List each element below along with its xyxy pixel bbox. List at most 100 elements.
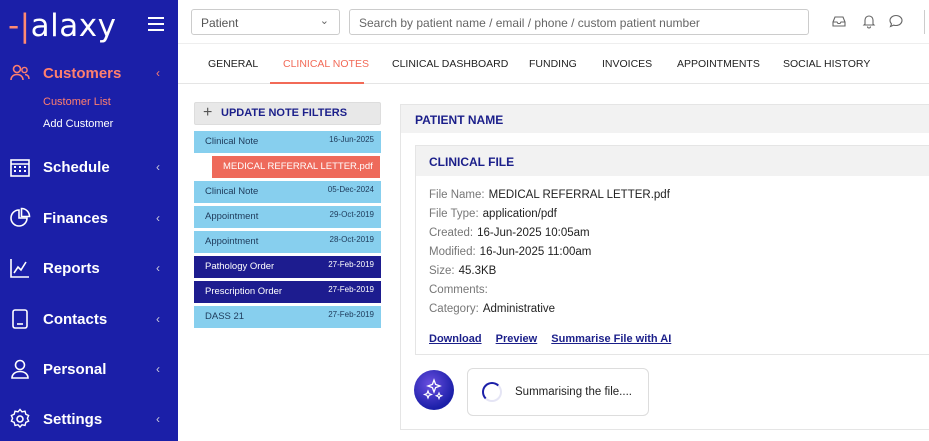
hamburger-menu-icon[interactable] [148,17,164,31]
subnav-customer-list[interactable]: Customer List [43,96,111,108]
sidebar-item-finances[interactable]: Finances ‹ [0,200,178,236]
note-item[interactable]: Pathology Order 27-Feb-2019 [194,256,381,278]
note-item[interactable]: Clinical Note 05-Dec-2024 [194,181,381,203]
sidebar-item-reports[interactable]: Reports ‹ [0,250,178,286]
comments-field: Comments: [429,284,492,296]
chevron-left-icon: ‹ [156,160,160,174]
note-label: Prescription Order [205,286,283,297]
active-tab-indicator [270,82,364,84]
search-type-select[interactable]: Patient ⌄ [191,9,340,35]
field-value: Administrative [482,303,556,315]
search-input[interactable]: Search by patient name / email / phone /… [349,9,809,35]
sidebar-item-contacts[interactable]: Contacts ‹ [0,301,178,337]
field-label: Created: [429,227,474,239]
field-value: 45.3KB [458,265,497,277]
tab-funding[interactable]: FUNDING [529,58,577,70]
note-item[interactable]: Appointment 28-Oct-2019 [194,231,381,253]
gear-icon [10,408,30,429]
calendar-icon [10,159,30,177]
loading-spinner-icon [482,382,502,402]
patient-name-heading: PATIENT NAME [401,105,929,133]
chevron-left-icon: ‹ [156,412,160,426]
brand-name: alaxy [30,8,117,44]
pie-chart-icon [10,207,31,227]
preview-link[interactable]: Preview [496,333,538,345]
note-label: Appointment [205,236,259,247]
field-label: Modified: [429,246,476,258]
sidebar-item-label: Personal [43,360,107,378]
tab-invoices[interactable]: INVOICES [602,58,652,70]
person-icon [11,359,29,379]
chat-bubble-icon[interactable] [888,13,904,29]
sidebar-item-label: Reports [43,259,100,277]
field-label: Category: [429,303,479,315]
top-bar: Patient ⌄ Search by patient name / email… [178,0,929,44]
sidebar: -|alaxy Customers ‹ Customer List Add Cu… [0,0,178,441]
search-type-value: Patient [201,16,239,30]
chevron-left-icon: ‹ [156,312,160,326]
size-field: Size: 45.3KB [429,265,496,277]
summarising-text: Summarising the file.... [515,386,632,398]
sidebar-item-customers[interactable]: Customers ‹ [0,55,178,91]
sidebar-item-label: Schedule [43,158,110,176]
sidebar-item-label: Contacts [43,310,108,328]
note-date: 28-Oct-2019 [329,235,374,244]
note-item[interactable]: DASS 21 27-Feb-2019 [194,306,381,328]
attachment-label: MEDICAL REFERRAL LETTER.pdf [223,161,373,172]
note-label: Appointment [205,211,259,222]
note-date: 27-Feb-2019 [328,285,374,294]
chevron-down-icon: ⌄ [319,15,329,27]
note-label: Clinical Note [205,186,259,197]
line-chart-icon [10,259,29,278]
toolbar-divider [924,10,925,34]
field-label: Comments: [429,284,488,296]
note-item[interactable]: Appointment 29-Oct-2019 [194,206,381,228]
file-type-field: File Type: application/pdf [429,208,557,220]
summarise-ai-link[interactable]: Summarise File with AI [551,333,671,345]
contact-card-icon [12,309,28,329]
field-value: MEDICAL REFERRAL LETTER.pdf [488,189,670,201]
note-item[interactable]: Prescription Order 27-Feb-2019 [194,281,381,303]
field-label: File Name: [429,189,485,201]
note-item[interactable]: Clinical Note 16-Jun-2025 [194,131,381,153]
note-date: 29-Oct-2019 [329,210,374,219]
tab-social-history[interactable]: SOCIAL HISTORY [783,58,870,70]
tab-clinical-notes[interactable]: CLINICAL NOTES [283,58,369,70]
ai-assistant-button[interactable] [414,370,454,410]
sidebar-item-settings[interactable]: Settings ‹ [0,401,178,437]
sidebar-item-schedule[interactable]: Schedule ‹ [0,149,178,185]
tab-general[interactable]: GENERAL [208,58,258,70]
chevron-left-icon: ‹ [156,362,160,376]
clinical-file-heading: CLINICAL FILE [416,146,929,176]
created-field: Created: 16-Jun-2025 10:05am [429,227,590,239]
field-value: application/pdf [482,208,557,220]
filter-button-label: UPDATE NOTE FILTERS [221,107,348,119]
note-attachment-item[interactable]: MEDICAL REFERRAL LETTER.pdf [212,156,380,178]
tab-appointments[interactable]: APPOINTMENTS [677,58,760,70]
sidebar-item-label: Finances [43,209,109,227]
users-icon [10,64,30,81]
summarising-status-card: Summarising the file.... [467,368,649,416]
note-date: 05-Dec-2024 [327,185,374,194]
field-value: 16-Jun-2025 10:05am [477,227,590,239]
field-value: 16-Jun-2025 11:00am [479,246,592,258]
sidebar-item-personal[interactable]: Personal ‹ [0,351,178,387]
sidebar-item-label: Customers [43,64,122,82]
subnav-add-customer[interactable]: Add Customer [43,118,113,130]
patient-tabs: GENERAL CLINICAL NOTES CLINICAL DASHBOAR… [178,44,929,84]
update-note-filters-button[interactable]: + UPDATE NOTE FILTERS [194,102,381,125]
note-date: 27-Feb-2019 [328,310,374,319]
category-field: Category: Administrative [429,303,555,315]
inbox-icon[interactable] [831,13,847,29]
plus-icon: + [203,104,213,121]
chevron-left-icon: ‹ [156,66,160,80]
clinical-file-card: CLINICAL FILE File Name: MEDICAL REFERRAL… [415,145,929,355]
field-label: Size: [429,265,455,277]
file-name-field: File Name: MEDICAL REFERRAL LETTER.pdf [429,189,670,201]
tab-clinical-dashboard[interactable]: CLINICAL DASHBOARD [392,58,508,70]
download-link[interactable]: Download [429,333,482,345]
bell-icon[interactable] [861,13,877,29]
modified-field: Modified: 16-Jun-2025 11:00am [429,246,591,258]
note-label: Clinical Note [205,136,259,147]
brand-logo[interactable]: -|alaxy [8,6,116,46]
